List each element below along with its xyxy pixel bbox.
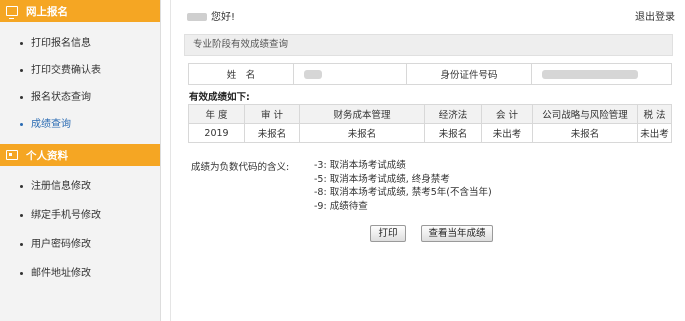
name-value bbox=[293, 63, 407, 85]
table-cell: 未报名 bbox=[532, 123, 638, 143]
table-cell: 未报名 bbox=[299, 123, 425, 143]
logout-link[interactable]: 退出登录 bbox=[635, 8, 675, 23]
redacted-username bbox=[187, 12, 207, 21]
candidate-info-table: 姓 名 身份证件号码 bbox=[188, 63, 672, 85]
section-title: 网上报名 bbox=[26, 5, 68, 18]
bullet-icon bbox=[20, 122, 23, 126]
greeting-text: 您好! bbox=[211, 11, 236, 23]
column-header: 会 计 bbox=[481, 104, 533, 124]
sidebar-item-label: 成绩查询 bbox=[31, 119, 71, 130]
sidebar-item-print-payment-confirmation[interactable]: 打印交费确认表 bbox=[0, 57, 160, 84]
code-item: -3: 取消本场考试成绩 bbox=[314, 160, 406, 171]
bullet-icon bbox=[20, 41, 23, 45]
table-cell: 未报名 bbox=[424, 123, 482, 143]
bullet-icon bbox=[20, 242, 23, 246]
redacted-id-number bbox=[542, 69, 638, 79]
sidebar-item-edit-phone[interactable]: 绑定手机号修改 bbox=[0, 201, 160, 230]
sidebar-section-personal-info: 个人资料 bbox=[0, 144, 160, 166]
sidebar-item-label: 用户密码修改 bbox=[31, 239, 91, 250]
id-number-label: 身份证件号码 bbox=[406, 63, 532, 85]
table-row: 2019 未报名 未报名 未报名 未出考 未报名 未出考 bbox=[188, 123, 672, 143]
id-number-value bbox=[531, 63, 672, 85]
code-item: -8: 取消本场考试成绩, 禁考5年(不含当年) bbox=[314, 187, 492, 198]
column-header: 年 度 bbox=[188, 104, 245, 124]
table-header-row: 年 度 审 计 财务成本管理 经济法 会 计 公司战略与风险管理 税 法 bbox=[188, 104, 672, 124]
bullet-icon bbox=[20, 271, 23, 275]
id-card-icon bbox=[6, 150, 18, 160]
bullet-icon bbox=[20, 184, 23, 188]
table-cell: 2019 bbox=[188, 123, 245, 143]
redacted-name bbox=[304, 69, 322, 79]
negative-code-list: -3: 取消本场考试成绩 -5: 取消本场考试成绩, 终身禁考 -8: 取消本场… bbox=[314, 159, 492, 213]
sidebar-item-score-query[interactable]: 成绩查询 bbox=[0, 111, 160, 138]
column-header: 经济法 bbox=[424, 104, 482, 124]
column-header: 公司战略与风险管理 bbox=[532, 104, 638, 124]
sidebar-item-edit-registration[interactable]: 注册信息修改 bbox=[0, 172, 160, 201]
sidebar-section-online-registration: 网上报名 bbox=[0, 0, 160, 22]
table-cell: 未出考 bbox=[481, 123, 533, 143]
code-item: -5: 取消本场考试成绩, 终身禁考 bbox=[314, 173, 450, 185]
bullet-icon bbox=[20, 68, 23, 72]
print-button[interactable]: 打印 bbox=[370, 225, 406, 242]
column-header: 财务成本管理 bbox=[299, 104, 425, 124]
column-header: 审 计 bbox=[244, 104, 300, 124]
scores-caption: 有效成绩如下: bbox=[189, 92, 250, 103]
table-cell: 未报名 bbox=[244, 123, 300, 143]
sidebar-item-edit-email[interactable]: 邮件地址修改 bbox=[0, 259, 160, 288]
sidebar-item-label: 打印交费确认表 bbox=[31, 65, 101, 76]
sidebar-item-label: 邮件地址修改 bbox=[31, 268, 91, 279]
table-cell: 未出考 bbox=[637, 123, 672, 143]
sidebar-item-print-registration[interactable]: 打印报名信息 bbox=[0, 30, 160, 57]
sidebar-item-label: 打印报名信息 bbox=[31, 38, 91, 49]
bullet-icon bbox=[20, 95, 23, 99]
registration-menu: 打印报名信息 打印交费确认表 报名状态查询 成绩查询 bbox=[0, 22, 160, 144]
bullet-icon bbox=[20, 213, 23, 217]
personal-menu: 注册信息修改 绑定手机号修改 用户密码修改 邮件地址修改 bbox=[0, 166, 160, 288]
column-header: 税 法 bbox=[637, 104, 672, 124]
panel-title: 专业阶段有效成绩查询 bbox=[184, 34, 673, 56]
negative-code-legend-label: 成绩为负数代码的含义: bbox=[191, 162, 290, 173]
view-current-year-scores-button[interactable]: 查看当年成绩 bbox=[421, 225, 493, 242]
sidebar-item-label: 绑定手机号修改 bbox=[31, 210, 101, 221]
sidebar-item-registration-status[interactable]: 报名状态查询 bbox=[0, 84, 160, 111]
sidebar-item-label: 注册信息修改 bbox=[31, 181, 91, 192]
section-title: 个人资料 bbox=[26, 149, 68, 162]
sidebar: 网上报名 打印报名信息 打印交费确认表 报名状态查询 成绩查询 个人资料 注册信… bbox=[0, 0, 161, 321]
main-content: 您好! 退出登录 专业阶段有效成绩查询 姓 名 身份证件号码 有效成绩如下: 年… bbox=[170, 0, 681, 321]
sidebar-item-edit-password[interactable]: 用户密码修改 bbox=[0, 230, 160, 259]
scores-table: 年 度 审 计 财务成本管理 经济法 会 计 公司战略与风险管理 税 法 201… bbox=[188, 104, 672, 143]
top-bar: 您好! 退出登录 bbox=[171, 0, 681, 30]
name-label: 姓 名 bbox=[188, 63, 294, 85]
monitor-icon bbox=[6, 6, 18, 19]
code-item: -9: 成绩待查 bbox=[314, 200, 368, 212]
sidebar-item-label: 报名状态查询 bbox=[31, 92, 91, 103]
greeting: 您好! bbox=[187, 8, 235, 23]
